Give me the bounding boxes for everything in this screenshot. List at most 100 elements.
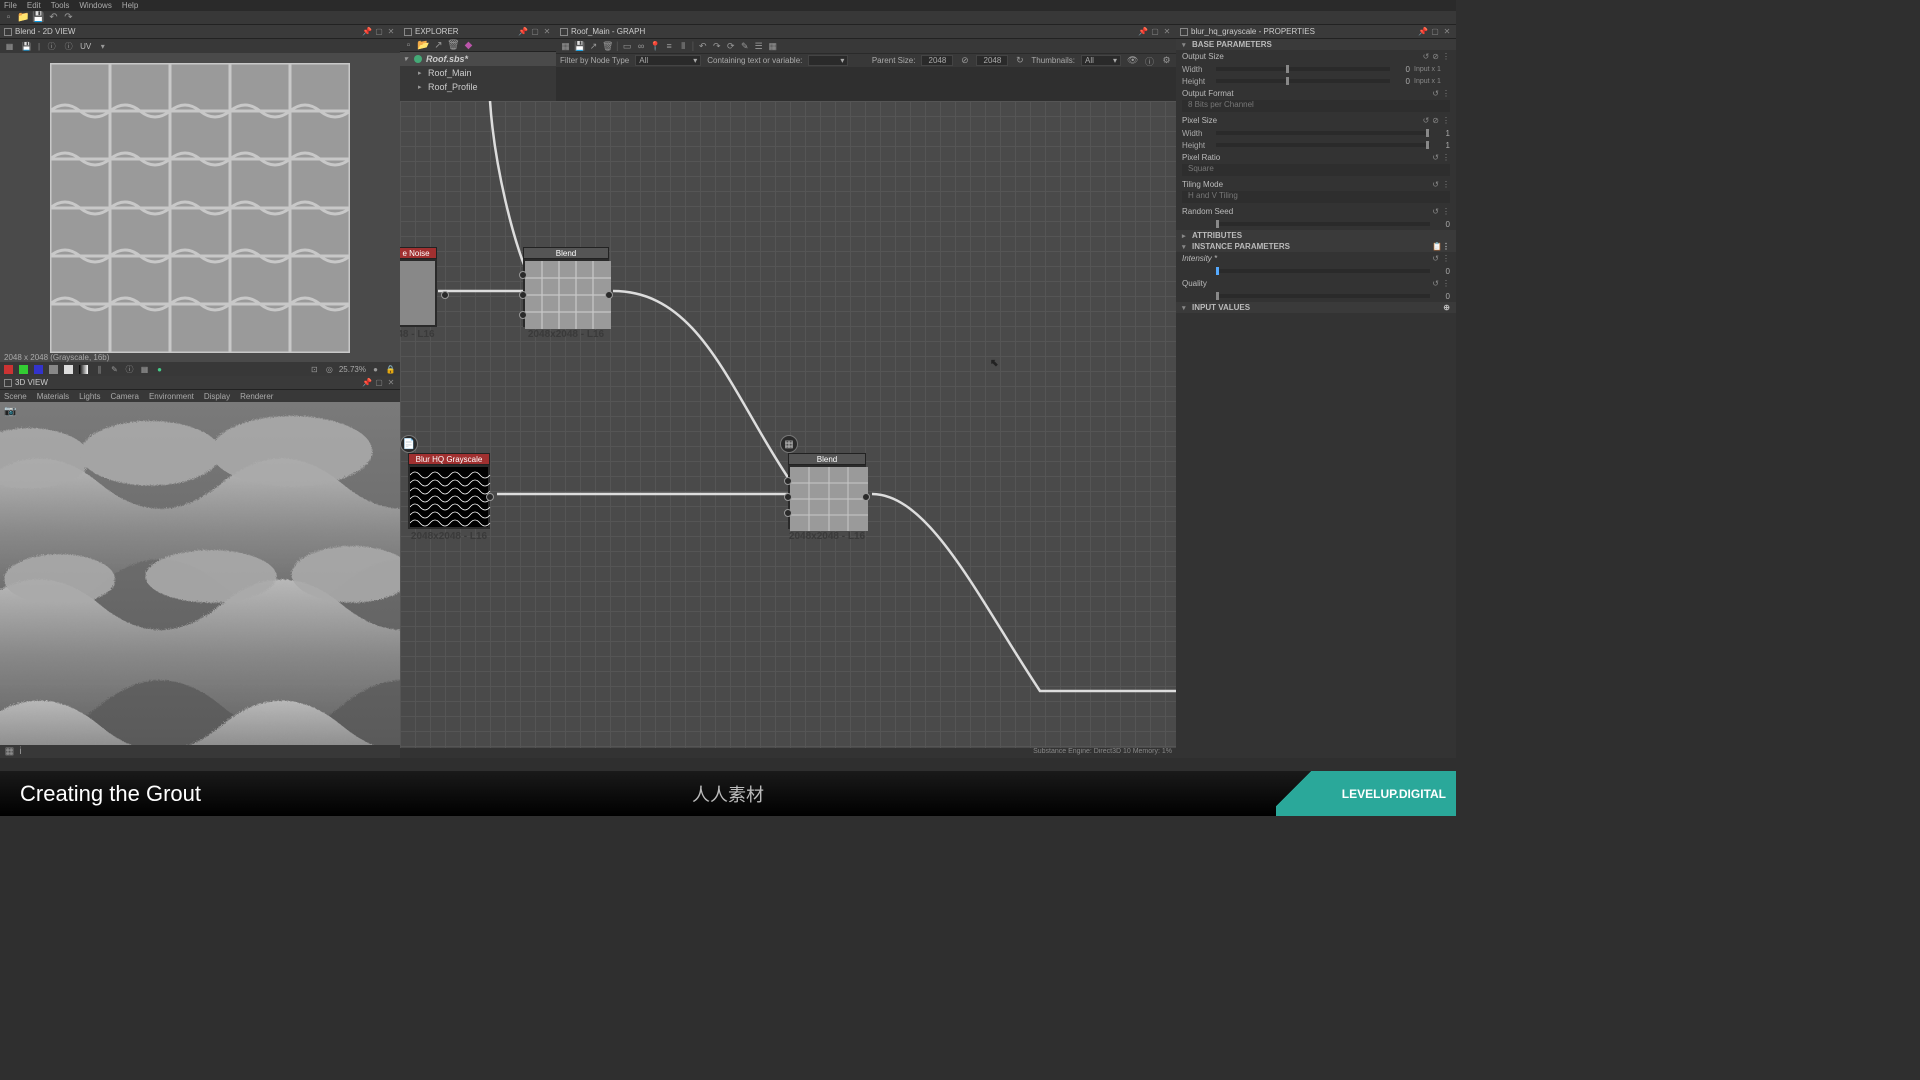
exp-open-icon[interactable]: 📂: [418, 40, 429, 51]
copy-icon[interactable]: 📋: [1432, 242, 1442, 251]
frame-icon[interactable]: ▭: [622, 41, 633, 52]
port-out[interactable]: [862, 493, 870, 501]
open-icon[interactable]: 📁: [18, 12, 29, 23]
node-add-icon[interactable]: ▦: [560, 41, 571, 52]
main-menu-bar[interactable]: File Edit Tools Windows Help: [0, 0, 1456, 11]
exp-del-icon[interactable]: 🗑: [448, 40, 459, 51]
chain-icon[interactable]: ⊘: [1432, 52, 1439, 61]
channel-b-swatch[interactable]: [34, 365, 43, 374]
info-g-icon[interactable]: ⓘ: [1144, 55, 1155, 66]
quality-slider[interactable]: [1216, 294, 1430, 298]
port-in1[interactable]: [519, 271, 527, 279]
ratio-value[interactable]: Square: [1182, 164, 1450, 176]
close-graph-icon[interactable]: ✕: [1162, 27, 1172, 37]
parent-height-input[interactable]: 2048: [976, 55, 1008, 66]
menu-icon[interactable]: ⋮: [1442, 242, 1450, 251]
psh-slider[interactable]: [1216, 143, 1430, 147]
menu-materials[interactable]: Materials: [37, 392, 69, 401]
menu-icon[interactable]: ⋮: [1442, 180, 1450, 189]
menu-file[interactable]: File: [4, 1, 17, 10]
add-icon[interactable]: ⊕: [1443, 303, 1450, 312]
dot-icon[interactable]: ●: [154, 364, 165, 375]
info-icon[interactable]: ⓘ: [46, 41, 57, 52]
close-3d-icon[interactable]: ✕: [386, 378, 396, 388]
tree-item-roof-profile[interactable]: ▸ Roof_Profile: [400, 80, 556, 94]
port-in2[interactable]: [519, 291, 527, 299]
reset-icon[interactable]: ⟳: [725, 41, 736, 52]
pin-g-icon[interactable]: 📍: [650, 41, 661, 52]
undo-icon[interactable]: ↶: [48, 12, 59, 23]
gradient-swatch[interactable]: [79, 365, 88, 374]
menu-icon[interactable]: ⋮: [1442, 52, 1450, 61]
export-g-icon[interactable]: ↗: [588, 41, 599, 52]
align-h-icon[interactable]: ≡: [664, 41, 675, 52]
grid2-icon[interactable]: ▦: [767, 41, 778, 52]
menu-help[interactable]: Help: [122, 1, 138, 10]
pin-3d-icon[interactable]: 📌: [362, 378, 372, 388]
pin-graph-icon[interactable]: 📌: [1138, 27, 1148, 37]
info3-icon[interactable]: ⓘ: [124, 364, 135, 375]
wireframe-icon[interactable]: ▦: [4, 746, 15, 757]
port-in2[interactable]: [784, 493, 792, 501]
eyedrop-icon[interactable]: ✎: [109, 364, 120, 375]
zoom-fit-icon[interactable]: ⊡: [309, 364, 320, 375]
chain-icon[interactable]: ⊘: [1432, 116, 1439, 125]
save-g-icon[interactable]: 💾: [574, 41, 585, 52]
pin-props-icon[interactable]: 📌: [1418, 27, 1428, 37]
channel-g-swatch[interactable]: [19, 365, 28, 374]
reset-icon[interactable]: ↺: [1432, 89, 1439, 98]
reset-icon[interactable]: ↺: [1432, 153, 1439, 162]
pin-icon[interactable]: 📌: [362, 27, 372, 37]
tree-root[interactable]: ▾ Roof.sbs*: [400, 52, 556, 66]
max-exp-icon[interactable]: ▢: [530, 27, 540, 37]
menu-icon[interactable]: ⋮: [1442, 254, 1450, 263]
tiling-value[interactable]: H and V Tiling: [1182, 191, 1450, 203]
reset-icon[interactable]: ↺: [1432, 180, 1439, 189]
max-props-icon[interactable]: ▢: [1430, 27, 1440, 37]
port-out[interactable]: [486, 493, 494, 501]
menu-icon[interactable]: ⋮: [1442, 207, 1450, 216]
width-slider[interactable]: [1216, 67, 1390, 71]
menu-icon[interactable]: ⋮: [1442, 116, 1450, 125]
list-icon[interactable]: ☰: [753, 41, 764, 52]
reset-icon[interactable]: ↺: [1432, 254, 1439, 263]
channel-a-swatch[interactable]: [49, 365, 58, 374]
reset-icon[interactable]: ↺: [1432, 207, 1439, 216]
close-props-icon[interactable]: ✕: [1442, 27, 1452, 37]
menu-scene[interactable]: Scene: [4, 392, 27, 401]
port-out[interactable]: [605, 291, 613, 299]
panel-2d-canvas[interactable]: 2048 x 2048 (Grayscale, 16b): [0, 53, 400, 362]
menu-lights[interactable]: Lights: [79, 392, 100, 401]
node-blur-hq[interactable]: 📄 Blur HQ Grayscale 2048x2048 - L16: [408, 453, 490, 542]
save-icon[interactable]: 💾: [33, 12, 44, 23]
channel-lum-swatch[interactable]: [64, 365, 73, 374]
layers-icon[interactable]: ▦: [4, 41, 15, 52]
link-size-icon[interactable]: ⊘: [959, 55, 970, 66]
menu-windows[interactable]: Windows: [79, 1, 111, 10]
thumb-dropdown[interactable]: All▾: [1081, 55, 1121, 66]
node-noise[interactable]: e Noise 48 - L16: [400, 247, 437, 340]
exp-pkg-icon[interactable]: ◆: [463, 40, 474, 51]
node-blend-1[interactable]: Blend 2048x2048 - L16: [523, 247, 609, 340]
parent-width-input[interactable]: 2048: [921, 55, 953, 66]
tree-item-roof-main[interactable]: ▸ Roof_Main: [400, 66, 556, 80]
port-in3[interactable]: [519, 311, 527, 319]
seed-slider[interactable]: [1216, 222, 1430, 226]
zoom-dot-icon[interactable]: ●: [370, 364, 381, 375]
pen-icon[interactable]: ✎: [739, 41, 750, 52]
eye-icon[interactable]: 👁: [1127, 55, 1138, 66]
align-v-icon[interactable]: ⫴: [678, 41, 689, 52]
psw-slider[interactable]: [1216, 131, 1430, 135]
maximize-icon[interactable]: ▢: [374, 27, 384, 37]
gear-icon[interactable]: ⚙: [1161, 55, 1172, 66]
menu-icon[interactable]: ⋮: [1442, 279, 1450, 288]
close-exp-icon[interactable]: ✕: [542, 27, 552, 37]
max-3d-icon[interactable]: ▢: [374, 378, 384, 388]
lock-icon[interactable]: 🔒: [385, 364, 396, 375]
menu-camera[interactable]: Camera: [111, 392, 139, 401]
menu-tools[interactable]: Tools: [51, 1, 70, 10]
menu-edit[interactable]: Edit: [27, 1, 41, 10]
camera-icon[interactable]: 📷: [4, 406, 18, 416]
port-in1[interactable]: [784, 477, 792, 485]
info2-icon[interactable]: ⓘ: [63, 41, 74, 52]
